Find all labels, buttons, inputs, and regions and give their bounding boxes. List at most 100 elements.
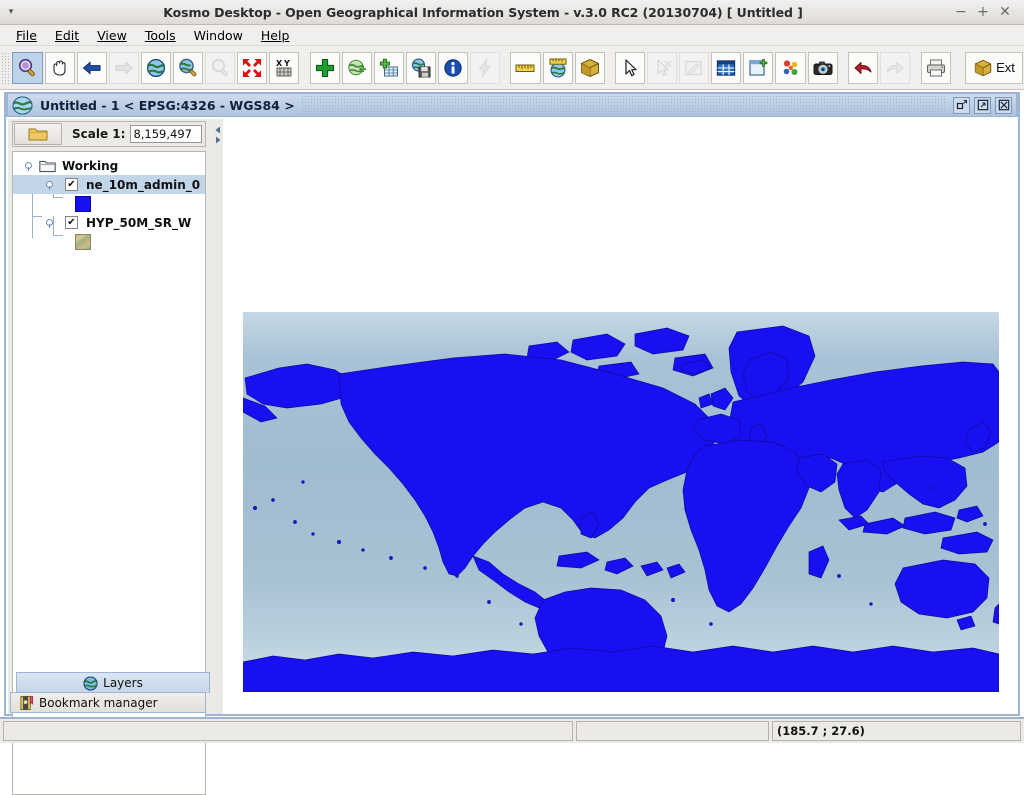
- panel-splitter[interactable]: [213, 119, 223, 714]
- arrow-right-gray-icon: [113, 57, 135, 79]
- pencil-frame-icon: [683, 57, 705, 79]
- scale-input[interactable]: 8,159,497: [130, 125, 202, 143]
- goto-xy-button[interactable]: X Y: [269, 52, 299, 84]
- zoom-to-layer-button[interactable]: [173, 52, 203, 84]
- menu-file[interactable]: File: [7, 26, 46, 45]
- restore-down-icon: [956, 99, 968, 111]
- select-tool-button[interactable]: [615, 52, 645, 84]
- main-toolbar: X Y: [0, 46, 1024, 90]
- expand-handle-icon[interactable]: [24, 161, 33, 170]
- add-layer-button[interactable]: [310, 52, 340, 84]
- menu-edit[interactable]: Edit: [46, 26, 88, 45]
- status-secondary: [576, 721, 769, 741]
- expand-handle-icon[interactable]: [45, 218, 54, 227]
- gold-box-icon: [973, 58, 993, 78]
- view-internal-frame: Untitled - 1 < EPSG:4326 - WGS84 >: [4, 92, 1020, 716]
- frame-close-button[interactable]: [995, 97, 1012, 114]
- globe-icon: [83, 676, 98, 691]
- add-wms-layer-button[interactable]: [342, 52, 372, 84]
- window-menu-icon[interactable]: ▾: [0, 0, 22, 25]
- menu-file-label: File: [16, 28, 37, 43]
- cursor-arrow-icon: [619, 57, 641, 79]
- screenshot-button[interactable]: [808, 52, 838, 84]
- measure-geodesic-button[interactable]: [543, 52, 573, 84]
- new-view-button[interactable]: [743, 52, 773, 84]
- menu-tools[interactable]: Tools: [136, 26, 185, 45]
- layer-tree-content: Working ✔ ne_10m_admin_0: [13, 152, 205, 251]
- measure-distance-button[interactable]: [510, 52, 540, 84]
- menu-help-label: Help: [261, 28, 290, 43]
- maximize-icon: [977, 99, 989, 111]
- previous-extent-button[interactable]: [77, 52, 107, 84]
- bookmark-icon: [19, 695, 34, 711]
- tree-node-layer-1[interactable]: ✔ HYP_50M_SR_W: [13, 213, 205, 232]
- splitter-collapse-right-icon[interactable]: [214, 133, 222, 141]
- zoom-in-tool-button[interactable]: [12, 52, 42, 84]
- gold-box-icon: [579, 57, 601, 79]
- layers-panel: Scale 1: 8,159,497: [8, 119, 213, 714]
- pan-tool-button[interactable]: [45, 52, 75, 84]
- print-button[interactable]: [921, 52, 951, 84]
- printer-icon: [925, 57, 947, 79]
- undo-button[interactable]: [848, 52, 878, 84]
- map-canvas[interactable]: [223, 119, 1016, 712]
- attribute-table-button[interactable]: [711, 52, 741, 84]
- close-button[interactable]: ✕: [994, 0, 1016, 25]
- tab-layers-label: Layers: [103, 676, 143, 690]
- svg-text:X: X: [276, 59, 283, 68]
- view-frame-titlebar: Untitled - 1 < EPSG:4326 - WGS84 >: [6, 92, 1018, 117]
- menu-view[interactable]: View: [88, 26, 136, 45]
- tree-node-working[interactable]: Working: [13, 156, 205, 175]
- save-view-button[interactable]: [406, 52, 436, 84]
- color-dots-icon: [780, 57, 802, 79]
- splitter-collapse-left-icon[interactable]: [214, 123, 222, 131]
- open-project-button[interactable]: [14, 123, 62, 145]
- arrow-left-blue-icon: [81, 57, 103, 79]
- layer-visibility-checkbox-0[interactable]: ✔: [65, 178, 78, 191]
- extensions-button[interactable]: Ext: [965, 52, 1023, 84]
- view-globe-icon: [10, 95, 34, 116]
- folder-icon: [28, 126, 48, 142]
- raster-symbol-swatch: [75, 234, 91, 250]
- expand-handle-icon[interactable]: [45, 180, 54, 189]
- globe-floppy-icon: [410, 57, 432, 79]
- tree-node-layer-0-label: ne_10m_admin_0: [86, 178, 200, 192]
- lightning-gray-icon: [474, 57, 496, 79]
- tree-node-layer-1-label: HYP_50M_SR_W: [86, 216, 191, 230]
- tab-layers[interactable]: Layers: [16, 672, 210, 693]
- quick-query-button: [470, 52, 500, 84]
- view-frame-title: Untitled - 1 < EPSG:4326 - WGS84 >: [40, 98, 295, 113]
- menu-help[interactable]: Help: [252, 26, 299, 45]
- menu-edit-label: Edit: [55, 28, 79, 43]
- status-coordinates: (185.7 ; 27.6): [772, 721, 1021, 741]
- menubar: File Edit View Tools Window Help: [0, 25, 1024, 46]
- tab-bookmark-manager[interactable]: Bookmark manager: [10, 692, 206, 713]
- add-table-layer-button[interactable]: [374, 52, 404, 84]
- undo-red-icon: [852, 57, 874, 79]
- tree-symbol-layer-0: [13, 194, 205, 213]
- status-message: [3, 721, 573, 741]
- edit-feature-button: [679, 52, 709, 84]
- deselect-tool-button: [647, 52, 677, 84]
- map-rendering[interactable]: [243, 312, 999, 692]
- zoom-to-features-button[interactable]: [237, 52, 267, 84]
- info-blue-icon: [442, 57, 464, 79]
- close-icon: [998, 99, 1010, 111]
- maximize-button[interactable]: +: [972, 0, 994, 25]
- layer-info-button[interactable]: [438, 52, 468, 84]
- minimize-button[interactable]: −: [950, 0, 972, 25]
- symbology-button[interactable]: [775, 52, 805, 84]
- frame-maximize-button[interactable]: [974, 97, 991, 114]
- statusbar: (185.7 ; 27.6): [0, 717, 1024, 743]
- globe-plus-icon: [346, 57, 368, 79]
- tree-node-layer-0[interactable]: ✔ ne_10m_admin_0: [13, 175, 205, 194]
- polygon-symbol-swatch: [75, 196, 91, 212]
- package-tool-button[interactable]: [575, 52, 605, 84]
- zoom-full-extent-button[interactable]: [141, 52, 171, 84]
- frame-restore-button[interactable]: [953, 97, 970, 114]
- toolbar-grip[interactable]: [1, 52, 9, 84]
- view-frame-drag-area[interactable]: [301, 95, 947, 116]
- globe-ruler-icon: [547, 57, 569, 79]
- layer-visibility-checkbox-1[interactable]: ✔: [65, 216, 78, 229]
- menu-window[interactable]: Window: [185, 26, 252, 45]
